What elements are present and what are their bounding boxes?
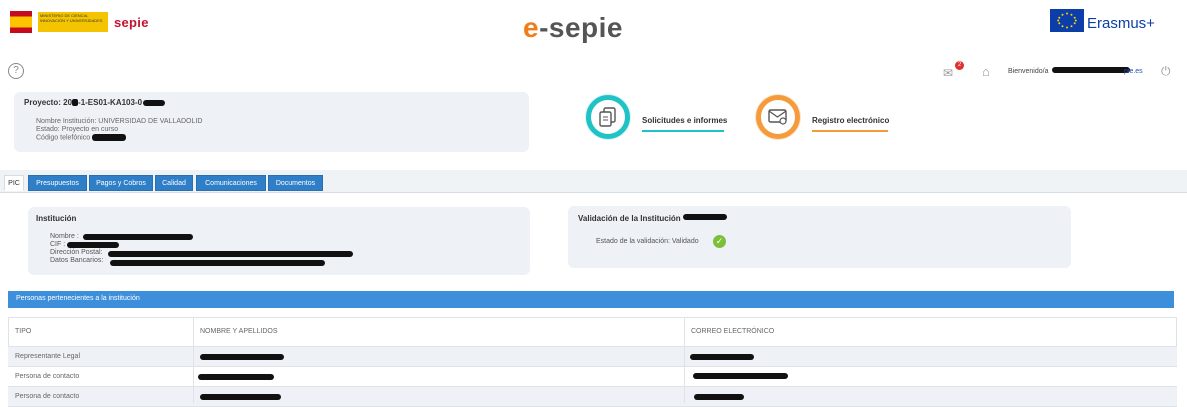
registro-underline <box>812 130 888 132</box>
redacted-datos <box>110 260 325 266</box>
user-email-link[interactable]: pie.es <box>1124 68 1143 75</box>
phone-label: Código telefónico <box>36 134 91 142</box>
documents-icon <box>599 107 616 127</box>
column-correo[interactable]: CORREO ELECTRÓNICO <box>691 328 774 335</box>
tab-pagos-cobros[interactable]: Pagos y Cobros <box>89 175 153 191</box>
cell-tipo: Persona de contacto <box>15 373 80 380</box>
project-state-label: Estado: <box>36 126 60 133</box>
redacted-validation <box>683 214 727 220</box>
redacted-email <box>690 354 754 360</box>
e-sepie-brand-logo: e -sepie <box>523 12 623 44</box>
validation-status-value: Validado <box>671 238 699 245</box>
column-nombre-apellidos[interactable]: NOMBRE Y APELLIDOS <box>200 328 278 335</box>
brand-e: e <box>523 12 540 43</box>
redacted-name <box>200 354 284 360</box>
validation-status: Estado de la validación: Validado <box>596 238 699 246</box>
tab-calidad[interactable]: Calidad <box>155 175 193 191</box>
project-title-prefix: Proyecto: 20 <box>24 98 73 107</box>
cell-tipo: Representante Legal <box>15 353 80 360</box>
cell-tipo: Persona de contacto <box>15 393 80 400</box>
phone-line: Código telefónico <box>36 134 202 142</box>
registro-circle-button[interactable] <box>756 95 800 139</box>
validated-check-icon: ✓ <box>713 235 726 248</box>
tab-documentos[interactable]: Documentos <box>268 175 323 191</box>
persons-table-header <box>8 317 1177 347</box>
help-icon[interactable]: ? <box>8 63 24 79</box>
solicitudes-circle-button[interactable] <box>586 95 630 139</box>
institution-name-value: UNIVERSIDAD DE VALLADOLID <box>98 118 203 125</box>
tab-presupuestos[interactable]: Presupuestos <box>28 175 87 191</box>
notification-badge: 2 <box>955 61 964 70</box>
eu-flag-icon <box>1050 9 1084 32</box>
field-datos-bancarios: Datos Bancarios: <box>50 257 104 264</box>
tab-pic[interactable]: PIC <box>4 175 24 191</box>
logout-power-icon[interactable]: ⏻ <box>1161 64 1171 79</box>
solicitudes-underline <box>642 130 724 132</box>
column-separator <box>684 317 685 403</box>
redacted-email <box>693 373 788 379</box>
welcome-text: Bienvenido/a <box>1008 68 1049 75</box>
table-row: Representante Legal <box>8 347 1177 367</box>
table-row: Persona de contacto <box>8 387 1177 407</box>
project-state-value: Proyecto en curso <box>61 126 119 133</box>
institution-name-label: Nombre Institución: <box>36 118 97 125</box>
tab-comunicaciones[interactable]: Comunicaciones <box>196 175 266 191</box>
brand-text: -sepie <box>539 12 624 43</box>
redacted-name <box>198 374 274 380</box>
redacted-cif <box>67 242 119 248</box>
validation-status-label: Estado de la validación: <box>596 238 670 245</box>
spain-coat-of-arms-icon <box>10 11 32 33</box>
registro-link[interactable]: Registro electrónico <box>812 116 889 125</box>
field-direccion: Dirección Postal: <box>50 249 103 256</box>
institution-name-line: Nombre Institución: UNIVERSIDAD DE VALLA… <box>36 118 202 126</box>
home-icon[interactable]: ⌂ <box>982 64 990 79</box>
project-state-line: Estado: Proyecto en curso <box>36 126 202 134</box>
redacted-nombre <box>83 234 193 240</box>
persons-section-title: Personas pertenecientes a la institución <box>16 295 140 302</box>
redacted-username <box>1052 67 1130 73</box>
project-details: Nombre Institución: UNIVERSIDAD DE VALLA… <box>36 118 202 142</box>
persons-section-header <box>8 291 1174 308</box>
sepie-logo-text: sepie <box>114 14 149 30</box>
solicitudes-link[interactable]: Solicitudes e informes <box>642 116 727 125</box>
column-tipo[interactable]: TIPO <box>15 328 31 335</box>
sepie-ministry-logo: MINISTERIO DE CIENCIA, INNOVACIÓN Y UNIV… <box>10 8 155 36</box>
redacted-direccion <box>108 251 353 257</box>
project-title: Proyecto: 20 -1-ES01-KA103-0 <box>24 98 166 107</box>
erasmus-plus-logo: Erasmus+ <box>1087 15 1155 32</box>
validation-heading: Validación de la Institución <box>578 214 681 223</box>
redacted-name <box>200 394 281 400</box>
mail-icon[interactable]: ✉ <box>943 66 953 80</box>
project-title-code: -1-ES01-KA103-0 <box>78 98 143 107</box>
government-logo: MINISTERIO DE CIENCIA, INNOVACIÓN Y UNIV… <box>38 12 108 32</box>
envelope-certificate-icon <box>768 109 787 125</box>
column-separator <box>193 317 194 403</box>
redacted-email <box>694 394 744 400</box>
table-row: Persona de contacto <box>8 367 1177 387</box>
institution-heading: Institución <box>36 214 77 223</box>
